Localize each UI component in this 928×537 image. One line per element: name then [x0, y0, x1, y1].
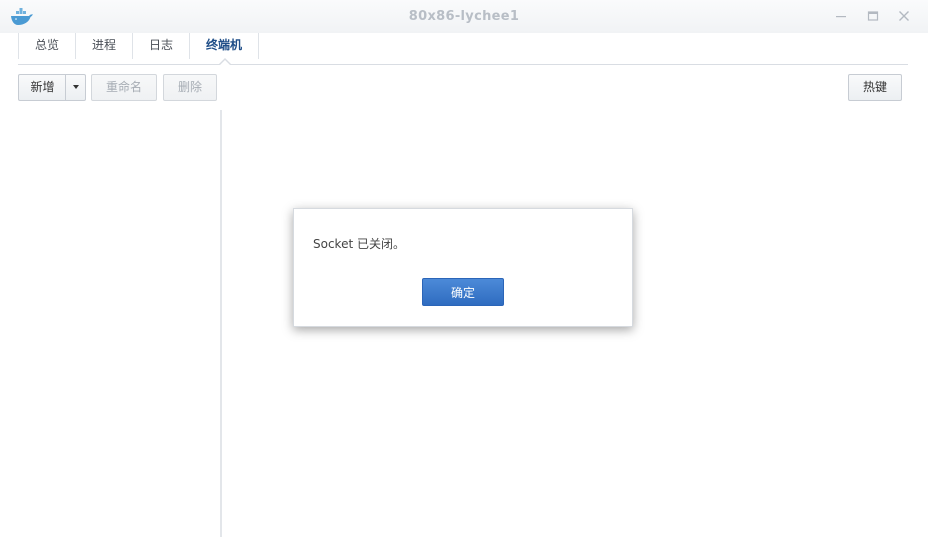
tab-bar: 总览 进程 日志 终端机 — [18, 33, 259, 59]
tab-overview[interactable]: 总览 — [19, 33, 75, 59]
window-title: 80x86-lychee1 — [408, 9, 520, 24]
ok-button[interactable]: 确定 — [422, 278, 504, 306]
tab-processes[interactable]: 进程 — [76, 33, 132, 59]
new-dropdown-button[interactable] — [65, 74, 86, 101]
tab-logs[interactable]: 日志 — [133, 33, 189, 59]
rename-button[interactable]: 重命名 — [91, 74, 157, 101]
tab-underline — [18, 64, 908, 65]
caret-down-icon — [72, 84, 79, 89]
minimize-icon[interactable] — [834, 9, 848, 23]
title-bar[interactable]: 80x86-lychee1 — [0, 0, 928, 33]
panel-divider[interactable] — [220, 110, 222, 537]
close-icon[interactable] — [897, 9, 911, 23]
maximize-icon[interactable] — [866, 9, 880, 23]
dialog-message: Socket 已关闭。 — [313, 237, 405, 251]
delete-button[interactable]: 删除 — [163, 74, 217, 101]
tab-terminal[interactable]: 终端机 — [190, 33, 258, 59]
tab-separator — [258, 33, 259, 59]
container-window: 80x86-lychee1 总览 进程 日志 终端机 新增 重命名 删除 热键 — [0, 0, 928, 537]
active-tab-pointer-fill — [220, 60, 230, 65]
hotkey-button[interactable]: 热键 — [848, 74, 902, 101]
new-button[interactable]: 新增 — [18, 74, 67, 101]
message-dialog: Socket 已关闭。 确定 — [293, 208, 633, 327]
